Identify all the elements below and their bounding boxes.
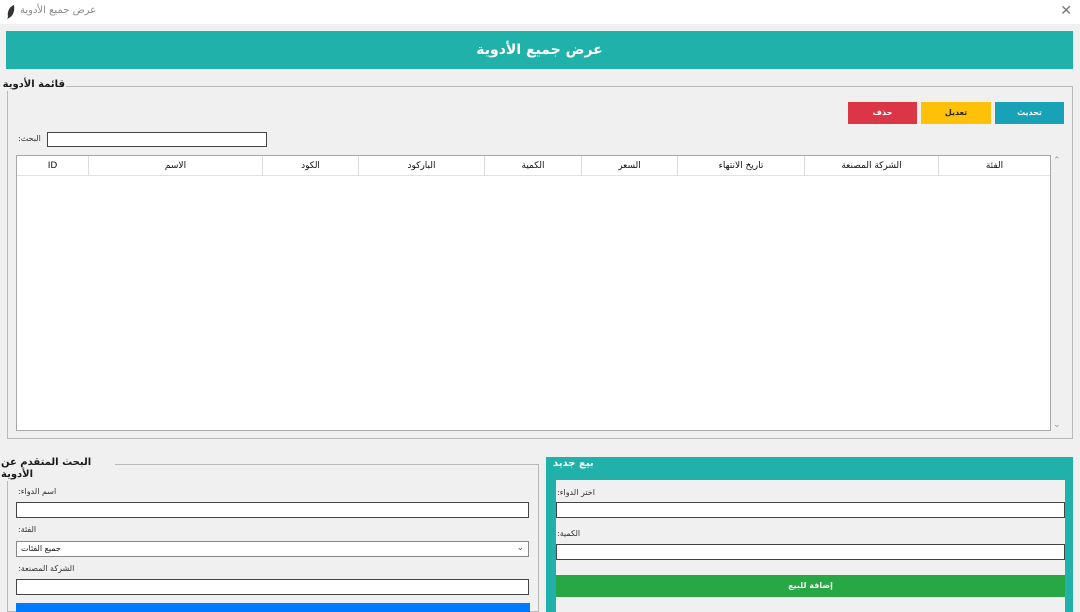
page-title: عرض جميع الأدوية	[6, 31, 1073, 69]
chevron-down-icon[interactable]: ⌄	[516, 543, 524, 553]
column-header-id[interactable]: ID	[17, 156, 89, 176]
close-icon[interactable]: ✕	[1060, 3, 1072, 19]
choose-medicine-input[interactable]	[556, 502, 1065, 518]
category-label: :الفئة	[18, 525, 37, 534]
scroll-up-icon[interactable]: ⌃	[1053, 156, 1061, 166]
column-header-code[interactable]: الكود	[263, 156, 359, 176]
choose-medicine-label: :اختر الدواء	[557, 488, 595, 497]
sale-quantity-label: :الكمية	[557, 529, 581, 538]
window-titlebar: عرض جميع الأدوية ✕	[0, 0, 1080, 24]
column-header-expiry[interactable]: تاريخ الانتهاء	[678, 156, 805, 176]
table-scrollbar[interactable]: ⌃ ⌄	[1052, 155, 1064, 431]
medicine-name-label: :اسم الدواء	[18, 487, 57, 496]
search-input[interactable]	[47, 132, 267, 147]
delete-button[interactable]: حذف	[848, 102, 917, 124]
sale-quantity-input[interactable]	[556, 544, 1065, 560]
search-label: :البحث	[18, 134, 41, 143]
feather-icon	[7, 5, 15, 19]
medicine-name-input[interactable]	[16, 502, 529, 518]
column-header-manufacturer[interactable]: الشركة المصنعة	[805, 156, 939, 176]
category-select[interactable]: جميع الفئات ⌄	[16, 541, 529, 557]
refresh-button[interactable]: تحديث	[995, 102, 1064, 124]
new-sale-title: بيع جديد	[553, 458, 594, 469]
column-header-barcode[interactable]: الباركود	[359, 156, 485, 176]
column-header-name[interactable]: الاسم	[89, 156, 263, 176]
medicines-list-legend: قائمة الأدوية	[1, 79, 66, 91]
column-header-category[interactable]: الفئة	[939, 156, 1050, 176]
advanced-search-button[interactable]	[16, 603, 530, 612]
manufacturer-input[interactable]	[16, 579, 529, 595]
window-title: عرض جميع الأدوية	[20, 5, 97, 16]
scroll-down-icon[interactable]: ⌄	[1053, 420, 1061, 430]
category-select-value: جميع الفئات	[21, 544, 61, 553]
edit-button[interactable]: تعديل	[921, 102, 991, 124]
medicines-table[interactable]: ID الاسم الكود الباركود الكمية السعر تار…	[16, 155, 1051, 431]
advanced-search-legend: البحث المتقدم عن الأدوية	[0, 457, 115, 481]
table-header: ID الاسم الكود الباركود الكمية السعر تار…	[17, 156, 1050, 176]
column-header-quantity[interactable]: الكمية	[485, 156, 582, 176]
add-to-sale-button[interactable]: إضافة للبيع	[556, 575, 1065, 597]
column-header-price[interactable]: السعر	[582, 156, 678, 176]
manufacturer-label: :الشركة المصنعة	[18, 564, 75, 573]
